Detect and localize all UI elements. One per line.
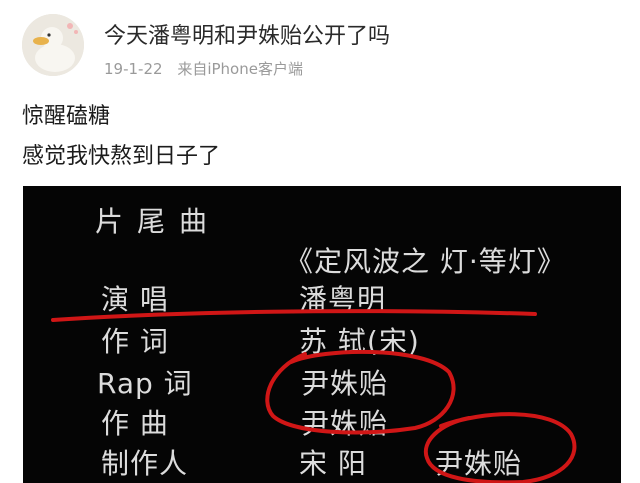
post-meta: 19-1-22 来自iPhone客户端 — [104, 58, 303, 79]
post-text-line-2: 感觉我快熬到日子了 — [22, 144, 221, 169]
underline-mark — [51, 309, 537, 322]
circle-mark-2 — [423, 412, 577, 483]
video-screenshot[interactable]: 片尾曲 《定风波之 灯·等灯》 演 唱 潘粤明 作 词 苏 轼(宋) Rap 词… — [23, 186, 621, 483]
circle-mark-1 — [265, 349, 456, 435]
red-annotation-overlay — [51, 309, 577, 483]
duck-avatar-icon — [22, 14, 84, 76]
avatar[interactable] — [22, 14, 84, 76]
post-source: 来自iPhone客户端 — [177, 60, 303, 78]
post-text-line-1: 惊醒磕糖 — [22, 104, 111, 129]
post-date: 19-1-22 — [104, 60, 163, 78]
post-title[interactable]: 今天潘粤明和尹姝贻公开了吗 — [104, 18, 390, 50]
